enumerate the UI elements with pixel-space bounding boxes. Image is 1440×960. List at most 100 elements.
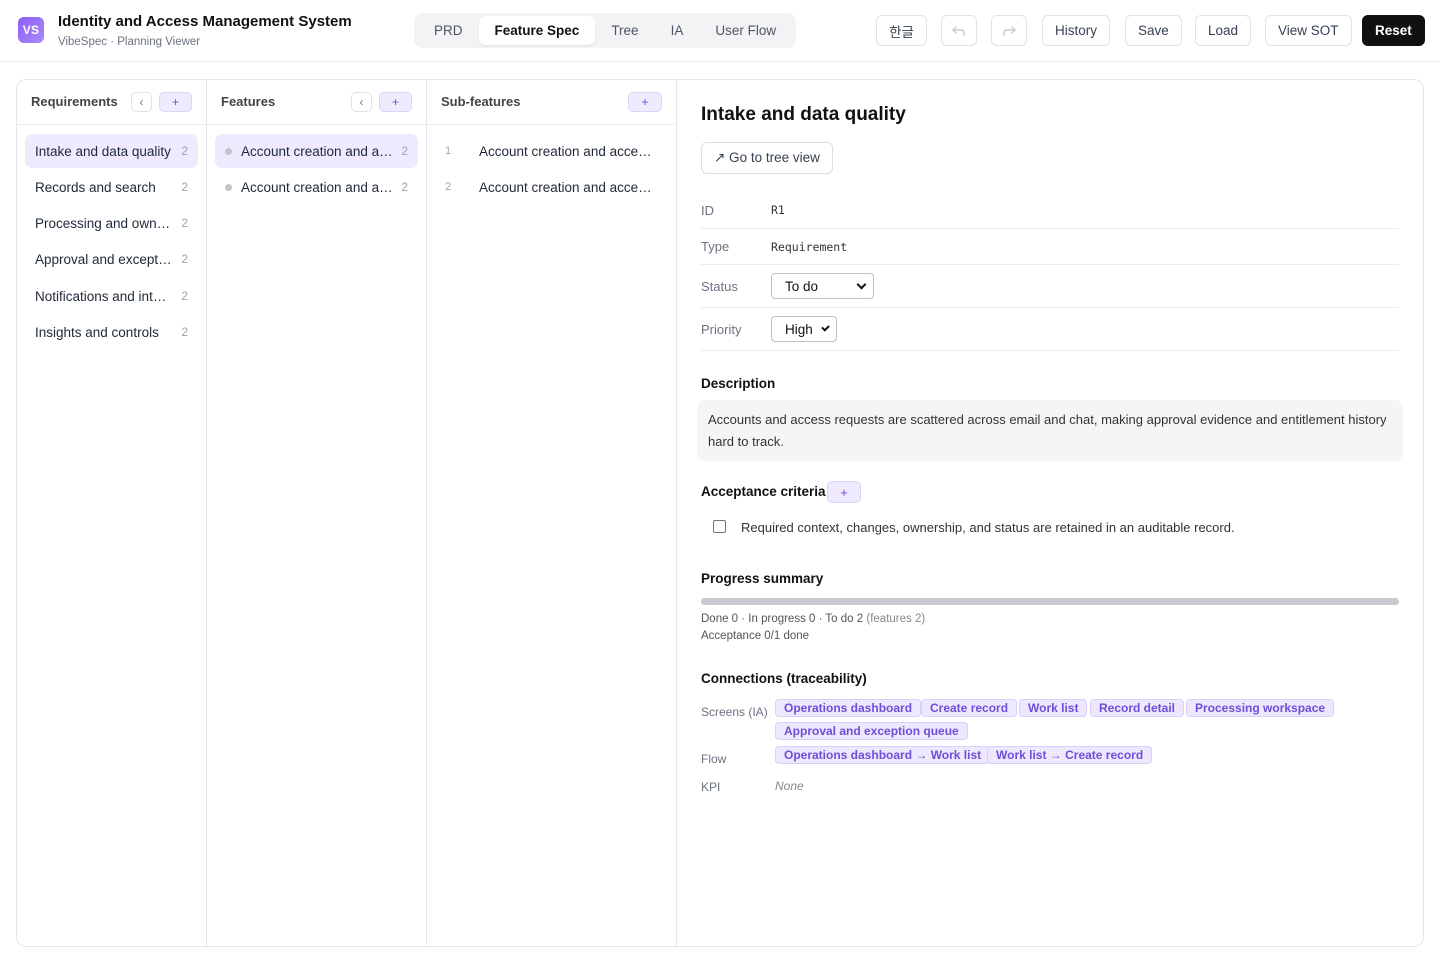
- status-select-value: To do: [785, 278, 819, 294]
- screen-chip[interactable]: Create record: [921, 699, 1018, 717]
- history-button[interactable]: History: [1042, 15, 1111, 46]
- requirements-title: Requirements: [31, 94, 118, 109]
- flow-label: Flow: [701, 752, 727, 766]
- prop-priority-label: Priority: [701, 321, 742, 337]
- planning-workspace: Requirements ‹ + Intake and data quality…: [16, 79, 1424, 947]
- collapse-features-button[interactable]: ‹: [351, 92, 372, 112]
- screen-chip[interactable]: Operations dashboard: [775, 699, 922, 717]
- progress-counts: Done 0 · In progress 0 · To do 2 (featur…: [701, 613, 925, 625]
- subfeatures-title: Sub-features: [441, 94, 521, 109]
- requirement-item[interactable]: Insights and controls 2: [25, 315, 198, 349]
- subfeatures-column: Sub-features + 1 Account creation and ac…: [427, 80, 677, 946]
- add-requirement-button[interactable]: +: [159, 92, 192, 112]
- app-title: Identity and Access Management System: [58, 13, 352, 30]
- subfeatures-header: Sub-features +: [427, 80, 676, 125]
- screen-chip[interactable]: Processing workspace: [1186, 699, 1335, 717]
- tab-ia[interactable]: IA: [655, 16, 700, 45]
- tab-prd[interactable]: PRD: [418, 16, 479, 45]
- feature-count: 2: [401, 144, 408, 158]
- requirements-column: Requirements ‹ + Intake and data quality…: [17, 80, 207, 946]
- subfeature-number: 1: [445, 145, 452, 157]
- kpi-value: None: [775, 779, 804, 793]
- status-select[interactable]: To do: [771, 273, 874, 299]
- tab-tree[interactable]: Tree: [595, 16, 654, 45]
- undo-icon: [952, 25, 965, 36]
- priority-select-value: High: [785, 321, 813, 337]
- kpi-label: KPI: [701, 780, 721, 794]
- collapse-requirements-button[interactable]: ‹: [131, 92, 152, 112]
- subfeature-number: 2: [445, 181, 452, 193]
- requirement-count: 2: [181, 325, 188, 339]
- acceptance-progress: Acceptance 0/1 done: [701, 630, 810, 642]
- requirement-count: 2: [181, 180, 188, 194]
- go-to-tree-view-button[interactable]: ↗ Go to tree view: [701, 142, 833, 174]
- tab-feature-spec[interactable]: Feature Spec: [478, 16, 596, 45]
- connections-title: Connections (traceability): [701, 671, 867, 686]
- add-subfeature-button[interactable]: +: [628, 92, 662, 112]
- prop-type-label: Type: [701, 239, 730, 254]
- app-logo: VS: [18, 17, 44, 43]
- prop-type: Type Requirement: [701, 229, 1399, 265]
- requirement-label: Processing and ownership: [35, 215, 173, 231]
- description-title: Description: [701, 376, 776, 391]
- screen-chip[interactable]: Work list: [1019, 699, 1088, 717]
- priority-select[interactable]: High: [771, 316, 837, 342]
- app-subtitle: VibeSpec · Planning Viewer: [58, 36, 201, 48]
- reset-button[interactable]: Reset: [1362, 15, 1425, 46]
- app-header: VS Identity and Access Management System…: [0, 0, 1440, 62]
- feature-item[interactable]: Account creation and access requests 2: [215, 134, 418, 168]
- prop-status: Status To do: [701, 265, 1399, 308]
- requirement-count: 2: [181, 289, 188, 303]
- subfeature-item[interactable]: 1 Account creation and access intake: [435, 134, 668, 168]
- flow-chip[interactable]: Work list → Create record: [987, 746, 1153, 764]
- screen-chip[interactable]: Approval and exception queue: [775, 722, 968, 740]
- acceptance-title: Acceptance criteria: [701, 484, 826, 499]
- progress-status-counts: Done 0 · In progress 0 · To do 2: [701, 613, 864, 625]
- requirement-count: 2: [181, 252, 188, 266]
- progress-title: Progress summary: [701, 571, 824, 586]
- subfeature-item[interactable]: 2 Account creation and access validation: [435, 170, 668, 204]
- subfeature-label: Account creation and access intake: [479, 143, 658, 159]
- prop-id-value: R1: [771, 203, 785, 217]
- screen-chip[interactable]: Record detail: [1090, 699, 1185, 717]
- prop-status-label: Status: [701, 278, 738, 294]
- requirement-item[interactable]: Processing and ownership 2: [25, 206, 198, 240]
- requirement-label: Notifications and integrations: [35, 288, 173, 304]
- acceptance-criterion-text: Required context, changes, ownership, an…: [741, 520, 1235, 535]
- language-toggle-button[interactable]: 한글: [876, 15, 927, 46]
- feature-item[interactable]: Account creation and access reviews 2: [215, 170, 418, 204]
- requirement-count: 2: [181, 216, 188, 230]
- description-text[interactable]: Accounts and access requests are scatter…: [697, 400, 1403, 461]
- add-feature-button[interactable]: +: [379, 92, 412, 112]
- prop-priority: Priority High: [701, 308, 1399, 351]
- requirement-item[interactable]: Intake and data quality 2: [25, 134, 198, 168]
- requirement-item[interactable]: Records and search 2: [25, 170, 198, 204]
- feature-count: 2: [401, 180, 408, 194]
- undo-button[interactable]: [941, 15, 977, 46]
- requirement-item[interactable]: Notifications and integrations 2: [25, 279, 198, 313]
- requirement-item[interactable]: Approval and exceptions 2: [25, 242, 198, 276]
- add-acceptance-button[interactable]: +: [827, 481, 861, 503]
- redo-button[interactable]: [991, 15, 1027, 46]
- tab-user-flow[interactable]: User Flow: [699, 16, 792, 45]
- acceptance-checkbox[interactable]: [713, 520, 726, 533]
- feature-status-dot: [225, 183, 232, 191]
- feature-label: Account creation and access requests: [241, 143, 393, 159]
- load-button[interactable]: Load: [1195, 15, 1252, 46]
- detail-title: Intake and data quality: [701, 104, 906, 125]
- prop-id: ID R1: [701, 192, 1399, 229]
- progress-bar: [701, 598, 1399, 605]
- prop-id-label: ID: [701, 202, 714, 218]
- chevron-down-icon: [821, 322, 830, 332]
- save-button[interactable]: Save: [1125, 15, 1182, 46]
- features-header: Features ‹ +: [207, 80, 426, 125]
- screens-label: Screens (IA): [701, 705, 768, 719]
- flow-chip[interactable]: Operations dashboard → Work list: [775, 746, 991, 764]
- prop-type-value: Requirement: [771, 239, 848, 254]
- detail-panel: Intake and data quality ↗ Go to tree vie…: [677, 80, 1423, 946]
- view-tabs: PRD Feature Spec Tree IA User Flow: [414, 13, 797, 48]
- requirement-label: Records and search: [35, 179, 156, 195]
- progress-feature-count: (features 2): [866, 613, 926, 625]
- view-sot-button[interactable]: View SOT: [1265, 15, 1352, 46]
- redo-icon: [1003, 25, 1016, 36]
